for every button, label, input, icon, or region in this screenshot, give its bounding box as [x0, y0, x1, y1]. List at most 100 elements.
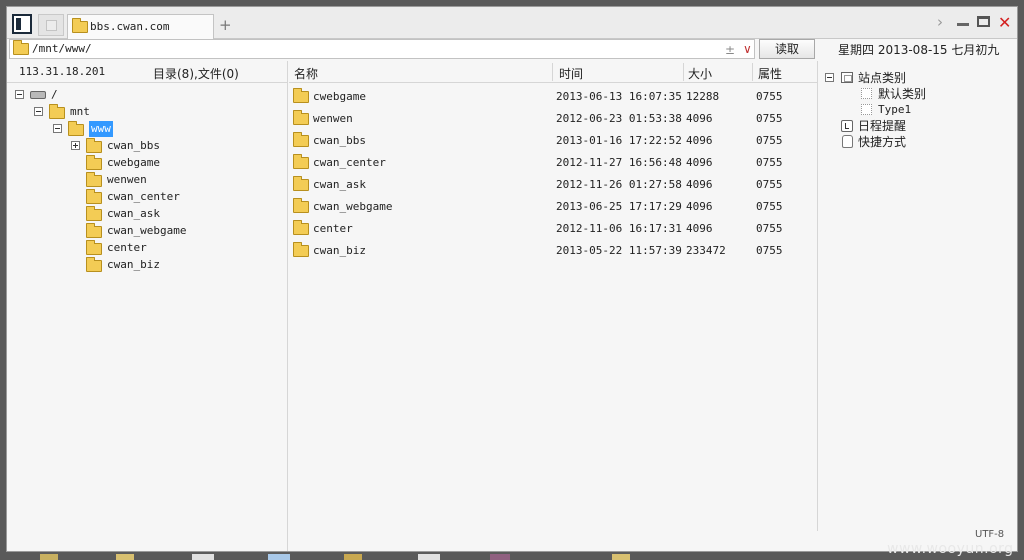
expand-icon[interactable] [71, 141, 80, 150]
chevron-right-icon[interactable]: › [937, 13, 943, 31]
tab-site[interactable]: bbs.cwan.com [67, 14, 214, 40]
taskbar-item[interactable] [192, 554, 214, 560]
file-row[interactable]: wenwen 2012-06-23 01:53:38 4096 0755 [289, 108, 817, 130]
tree-header: 113.31.18.201 目录(8),文件(0) [7, 61, 287, 83]
file-time: 2013-01-16 17:22:52 [556, 134, 682, 147]
new-tab-button[interactable]: + [219, 16, 232, 34]
file-time: 2013-05-22 11:57:39 [556, 244, 682, 257]
tree-node-label: cwan_biz [107, 258, 160, 271]
file-row[interactable]: cwebgame 2013-06-13 16:07:35 12288 0755 [289, 86, 817, 108]
file-time: 2012-11-27 16:56:48 [556, 156, 682, 169]
chevron-down-icon[interactable]: ∨ [743, 40, 752, 58]
plus-minus-icon[interactable]: ± [725, 41, 735, 59]
file-row[interactable]: cwan_center 2012-11-27 16:56:48 4096 0755 [289, 152, 817, 174]
folder-icon [293, 154, 309, 169]
taskbar-item[interactable] [490, 554, 510, 560]
file-time: 2012-11-06 16:17:31 [556, 222, 682, 235]
folder-icon [49, 104, 65, 119]
file-attr: 0755 [756, 156, 783, 169]
encoding-status: UTF-8 [975, 529, 1005, 540]
file-time: 2013-06-13 16:07:35 [556, 90, 682, 103]
folder-icon [293, 198, 309, 213]
folder-icon [293, 220, 309, 235]
path-input[interactable]: /mnt/www/ ± ∨ [9, 39, 755, 59]
column-divider[interactable] [683, 63, 684, 81]
folder-icon [72, 18, 88, 33]
file-row[interactable]: cwan_biz 2013-05-22 11:57:39 233472 0755 [289, 240, 817, 262]
tree-node-label: cwan_webgame [107, 224, 187, 237]
file-attr: 0755 [756, 244, 783, 257]
file-name: cwan_center [313, 156, 386, 169]
collapse-icon[interactable] [825, 73, 834, 82]
file-time: 2012-06-23 01:53:38 [556, 112, 682, 125]
taskbar-item[interactable] [418, 554, 440, 560]
column-name[interactable]: 名称 [294, 65, 318, 82]
maximize-icon[interactable] [977, 16, 990, 27]
collapse-icon[interactable] [34, 107, 43, 116]
column-attr[interactable]: 属性 [758, 65, 782, 82]
taskbar-item[interactable] [116, 554, 134, 560]
default-category-label: 默认类别 [878, 87, 927, 101]
folder-icon [293, 132, 309, 147]
blank-tab-icon[interactable] [38, 14, 64, 36]
directory-summary: 目录(8),文件(0) [153, 67, 239, 81]
file-attr: 0755 [756, 90, 783, 103]
taskbar-item[interactable] [40, 554, 58, 560]
taskbar-item[interactable] [344, 554, 362, 560]
file-name: cwan_bbs [313, 134, 366, 147]
close-icon[interactable]: ✕ [998, 13, 1011, 32]
folder-icon [86, 138, 102, 153]
file-name: center [313, 222, 353, 235]
file-name: cwan_ask [313, 178, 366, 191]
shortcuts-label: 快捷方式 [858, 135, 907, 149]
file-size: 4096 [686, 112, 713, 125]
site-category-pane: 站点类别 默认类别 Type1 日程提醒 快捷方式 [819, 61, 1017, 551]
tree-node-label: / [51, 88, 58, 101]
folder-icon [86, 155, 102, 170]
category-item-icon [861, 104, 872, 115]
category-item-icon [861, 88, 872, 99]
file-row[interactable]: center 2012-11-06 16:17:31 4096 0755 [289, 218, 817, 240]
watermark: www.wooyun.org [887, 541, 1014, 557]
folder-icon [86, 240, 102, 255]
date-display: 星期四 2013-08-15 七月初九 [838, 43, 1000, 57]
column-size[interactable]: 大小 [688, 65, 712, 82]
folder-icon [68, 121, 84, 136]
file-size: 12288 [686, 90, 720, 103]
app-window: bbs.cwan.com + › ✕ /mnt/www/ ± ∨ 读取 星期四 … [6, 6, 1018, 552]
file-size: 4096 [686, 156, 713, 169]
file-attr: 0755 [756, 112, 783, 125]
column-divider[interactable] [752, 63, 753, 81]
schedule-label: 日程提醒 [858, 119, 907, 133]
taskbar-item[interactable] [612, 554, 630, 560]
file-name: cwan_biz [313, 244, 366, 257]
server-ip: 113.31.18.201 [19, 65, 106, 78]
folder-icon [13, 40, 29, 55]
folder-icon [293, 176, 309, 191]
panel-toggle-icon[interactable] [12, 14, 32, 34]
column-time[interactable]: 时间 [559, 65, 583, 82]
folder-icon [293, 242, 309, 257]
read-button[interactable]: 读取 [759, 39, 815, 59]
minimize-icon[interactable] [957, 23, 969, 26]
file-row[interactable]: cwan_ask 2012-11-26 01:27:58 4096 0755 [289, 174, 817, 196]
file-row[interactable]: cwan_webgame 2013-06-25 17:17:29 4096 0755 [289, 196, 817, 218]
tree-node-label: cwan_ask [107, 207, 160, 220]
column-divider[interactable] [552, 63, 553, 81]
tree-node-label: center [107, 241, 147, 254]
file-name: cwebgame [313, 90, 366, 103]
tree-node-label: www [89, 121, 113, 137]
folder-icon [293, 88, 309, 103]
collapse-icon[interactable] [15, 90, 24, 99]
folder-icon [86, 206, 102, 221]
drive-icon [30, 91, 46, 99]
file-row[interactable]: cwan_bbs 2013-01-16 17:22:52 4096 0755 [289, 130, 817, 152]
tree-node-label: wenwen [107, 173, 147, 186]
site-category-label: 站点类别 [858, 71, 907, 85]
path-value: /mnt/www/ [32, 42, 92, 55]
collapse-icon[interactable] [53, 124, 62, 133]
tree-node-label: cwan_center [107, 190, 180, 203]
hand-icon [842, 135, 853, 148]
file-list-pane: 名称 时间 大小 属性 cwebgame 2013-06-13 16:07:35 1… [289, 61, 818, 531]
taskbar-item[interactable] [268, 554, 290, 560]
